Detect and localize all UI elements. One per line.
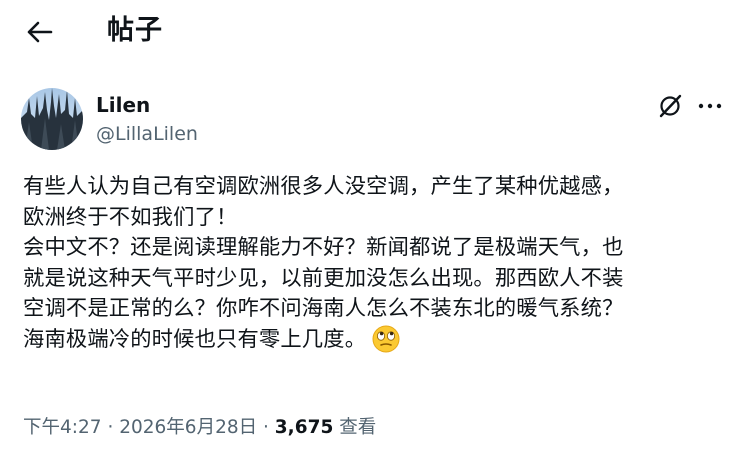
back-arrow-icon	[27, 21, 53, 43]
meta-separator: ·	[107, 417, 114, 438]
back-button[interactable]	[20, 14, 60, 50]
views-label: 查看	[339, 417, 377, 438]
top-bar: 帖子	[0, 0, 742, 64]
grok-icon	[659, 94, 682, 118]
grok-button[interactable]	[654, 90, 686, 122]
more-button[interactable]	[694, 90, 726, 122]
tweet-body: 有些人认为自己有空调欧洲很多人没空调，产生了某种优越感， 欧洲终于不如我们了！ …	[23, 172, 733, 363]
meta-separator: ·	[263, 417, 269, 438]
author-display-name[interactable]: Lilen	[96, 92, 150, 118]
author-handle[interactable]: @LillaLilen	[96, 121, 198, 147]
tweet-date[interactable]: 2026年6月28日	[119, 417, 257, 438]
tweet-metadata: 下午4:27 · 2026年6月28日 · 3,675 查看	[23, 414, 376, 442]
avatar-image	[21, 88, 83, 150]
tweet-text: 有些人认为自己有空调欧洲很多人没空调，产生了某种优越感， 欧洲终于不如我们了！ …	[23, 174, 624, 352]
eye-roll-emoji-icon	[372, 325, 400, 363]
more-icon	[698, 103, 722, 109]
avatar[interactable]	[21, 88, 83, 150]
views-count: 3,675	[274, 417, 334, 438]
tweet-time[interactable]: 下午4:27	[23, 417, 102, 438]
page-title: 帖子	[107, 15, 163, 46]
